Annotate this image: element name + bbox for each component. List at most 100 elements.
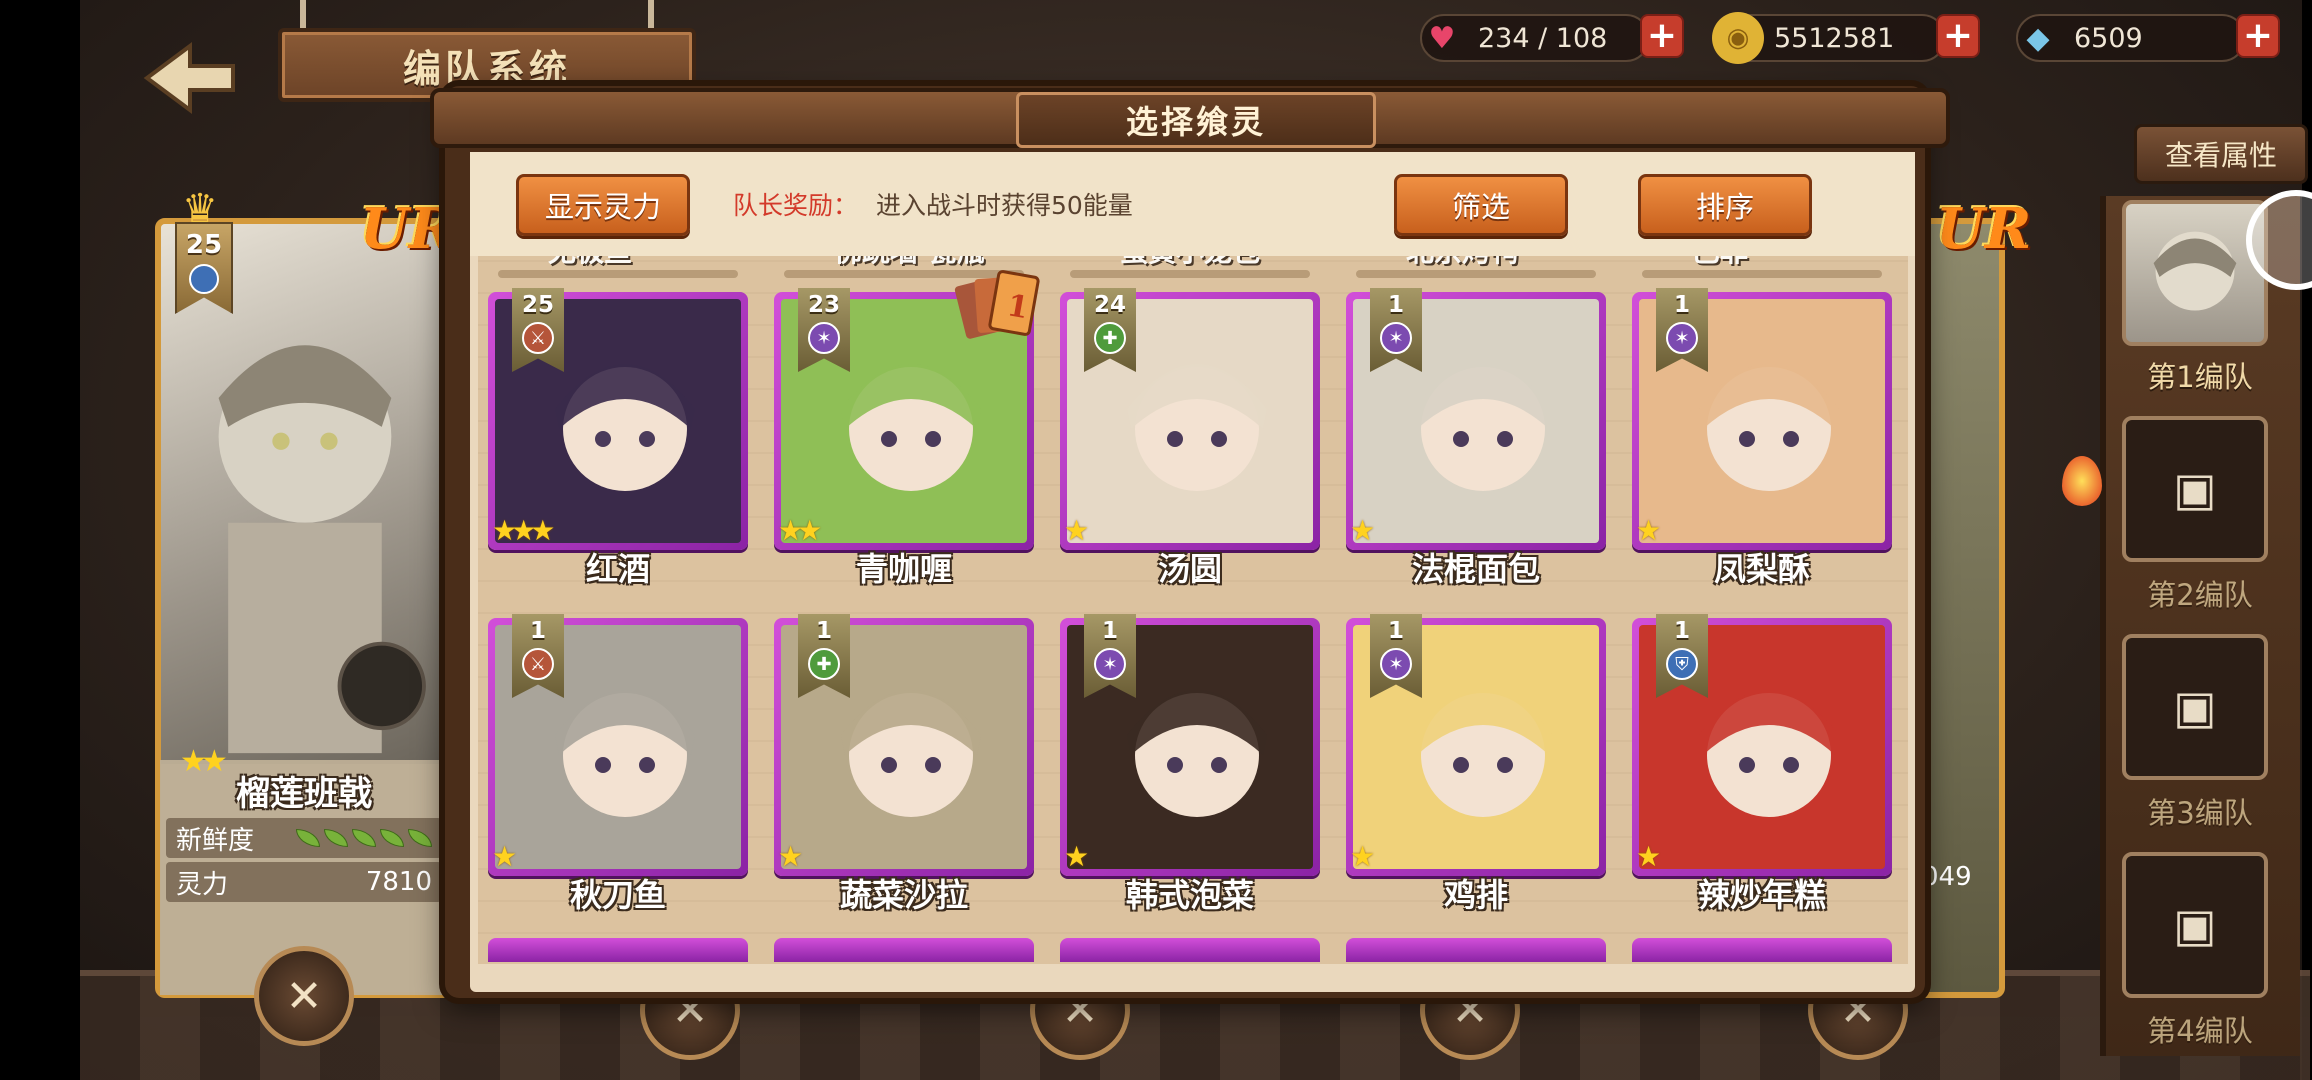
team-3-slot[interactable]: ▣ <box>2122 634 2268 780</box>
leader-portrait-art <box>218 345 426 754</box>
card-level: 1 <box>1673 618 1690 644</box>
leader-level: 25 <box>185 230 223 260</box>
card-name: 凤梨酥 <box>1713 550 1810 588</box>
lock-pot-icon: ▣ <box>2173 462 2217 516</box>
heal-class-icon: ✚ <box>1094 322 1126 354</box>
team-1-slot[interactable] <box>2122 200 2268 346</box>
tarot-cards-icon: 1 <box>954 268 1044 348</box>
view-attributes-button[interactable]: 查看属性 <box>2134 124 2308 184</box>
right-power-value: 049 <box>1922 862 1972 892</box>
show-power-button[interactable]: 显示灵力 <box>516 174 690 236</box>
leader-rarity-badge: UR <box>360 196 456 262</box>
food-soul-card[interactable]: 1 ✶ ★ 鸡排 <box>1346 614 1606 914</box>
filter-button[interactable]: 筛选 <box>1394 174 1568 236</box>
rarity-stars: ★ <box>1636 840 1661 873</box>
leaf-icon <box>380 829 404 847</box>
back-arrow-icon <box>143 42 235 114</box>
food-soul-card[interactable]: 25 ⚔ ★★★ 红酒 <box>488 288 748 588</box>
power-label: 灵力 <box>176 869 229 900</box>
card-level: 1 <box>1387 618 1404 644</box>
card-level: 23 <box>807 292 840 318</box>
coin-value: 5512581 <box>1774 22 1895 54</box>
card-level: 1 <box>1673 292 1690 318</box>
food-soul-card[interactable]: 1 ✚ ★ 蔬菜沙拉 <box>774 614 1034 914</box>
food-soul-card[interactable]: 1 ✶ ★ 法棍面包 <box>1346 288 1606 588</box>
next-row-card[interactable] <box>1060 938 1320 962</box>
freshness-row: 新鲜度 <box>166 818 442 858</box>
card-name: 法棍面包 <box>1411 550 1540 588</box>
heal-class-icon: ✚ <box>808 648 840 680</box>
food-soul-card[interactable]: 1 ⚔ ★ 秋刀鱼 <box>488 614 748 914</box>
sort-button[interactable]: 排序 <box>1638 174 1812 236</box>
add-coin-button[interactable]: + <box>1936 14 1980 58</box>
card-name: 辣炒年糕 <box>1697 876 1826 914</box>
right-rarity-badge: UR <box>1936 196 2032 262</box>
coin-resource: ◉ 5512581 <box>1712 12 1946 64</box>
stamina-value: 234 / 108 <box>1478 22 1608 54</box>
magic-class-icon: ✶ <box>808 322 840 354</box>
prev-row-card-name: 无极鱼 <box>548 256 632 270</box>
power-row: 灵力 7810 <box>166 862 442 902</box>
prev-row-card-name: 巴菲 <box>1692 256 1748 270</box>
leader-reward-text: 进入战斗时获得50能量 <box>876 191 1133 220</box>
leader-reward-label: 队长奖励： <box>733 191 859 220</box>
food-soul-card[interactable]: 24 ✚ ★ 汤圆 <box>1060 288 1320 588</box>
magic-class-icon: ✶ <box>1380 322 1412 354</box>
card-name: 汤圆 <box>1157 550 1222 588</box>
team-3-label: 第3编队 <box>2147 796 2253 830</box>
back-button[interactable] <box>130 38 250 118</box>
prev-row-divider <box>498 270 738 278</box>
leader-portrait <box>161 224 447 764</box>
card-name: 韩式泡菜 <box>1125 876 1254 914</box>
food-soul-card[interactable]: 1 ⛨ ★ 辣炒年糕 <box>1632 614 1892 914</box>
card-level: 1 <box>815 618 832 644</box>
team-4-slot[interactable]: ▣ <box>2122 852 2268 998</box>
rarity-stars: ★ <box>778 840 803 873</box>
next-row-card[interactable] <box>1632 938 1892 962</box>
flame-icon <box>2062 456 2102 506</box>
rarity-stars: ★ <box>1636 514 1661 547</box>
team-1-avatar <box>2153 231 2237 311</box>
crystal-resource: ◆ 6509 <box>2016 14 2246 62</box>
magic-class-icon: ✶ <box>1380 648 1412 680</box>
leaf-icon <box>296 829 320 847</box>
add-stamina-button[interactable]: + <box>1640 14 1684 58</box>
prev-row-divider <box>1642 270 1882 278</box>
prev-row-divider <box>1356 270 1596 278</box>
magic-class-icon: ✶ <box>1094 648 1126 680</box>
heart-icon: ♥ <box>1428 20 1456 56</box>
leaf-icon <box>324 829 348 847</box>
card-name: 蔬菜沙拉 <box>839 876 968 914</box>
lock-pot-icon: ▣ <box>2173 680 2217 734</box>
team-4-label: 第4编队 <box>2147 1014 2253 1048</box>
game-screen: 编队系统 ♥ 234 / 108 + ◉ 5512581 + ◆ 6509 + … <box>0 0 2312 1080</box>
food-soul-grid: 无极鱼佛跳墙·瓷瓶蛋黄小笼包北京烤鸭巴菲 25⚔★★★红酒23✶★★青咖喱124… <box>478 256 1908 964</box>
add-crystal-button[interactable]: + <box>2236 14 2280 58</box>
card-name: 红酒 <box>585 550 650 588</box>
page-title: 编队系统 <box>402 46 571 91</box>
team-2-slot[interactable]: ▣ <box>2122 416 2268 562</box>
next-row-card[interactable] <box>774 938 1034 962</box>
rarity-stars: ★ <box>1350 514 1375 547</box>
food-soul-card[interactable]: 23 ✶ ★★ 青咖喱 1 <box>774 270 1040 588</box>
team-1-label: 第1编队 <box>2147 360 2253 394</box>
cutlery-button[interactable]: ✕ <box>254 946 354 1046</box>
lock-pot-icon: ▣ <box>2173 898 2217 952</box>
next-row-card[interactable] <box>488 938 748 962</box>
card-name: 青咖喱 <box>855 550 952 588</box>
food-soul-card[interactable]: 1 ✶ ★ 凤梨酥 <box>1632 288 1892 588</box>
coin-icon: ◉ <box>1712 12 1764 64</box>
next-row-card[interactable] <box>1346 938 1606 962</box>
rarity-stars: ★ <box>492 840 517 873</box>
card-name: 鸡排 <box>1443 876 1508 914</box>
shield-class-icon: ⛨ <box>1666 648 1698 680</box>
card-level: 24 <box>1093 292 1126 318</box>
card-level: 1 <box>529 618 546 644</box>
food-soul-card[interactable]: 1 ✶ ★ 韩式泡菜 <box>1060 614 1320 914</box>
card-level: 25 <box>521 292 554 318</box>
team-2-label: 第2编队 <box>2147 578 2253 612</box>
rarity-stars: ★ <box>1350 840 1375 873</box>
card-level: 1 <box>1101 618 1118 644</box>
card-name: 秋刀鱼 <box>569 876 666 914</box>
leaf-icon <box>352 829 376 847</box>
